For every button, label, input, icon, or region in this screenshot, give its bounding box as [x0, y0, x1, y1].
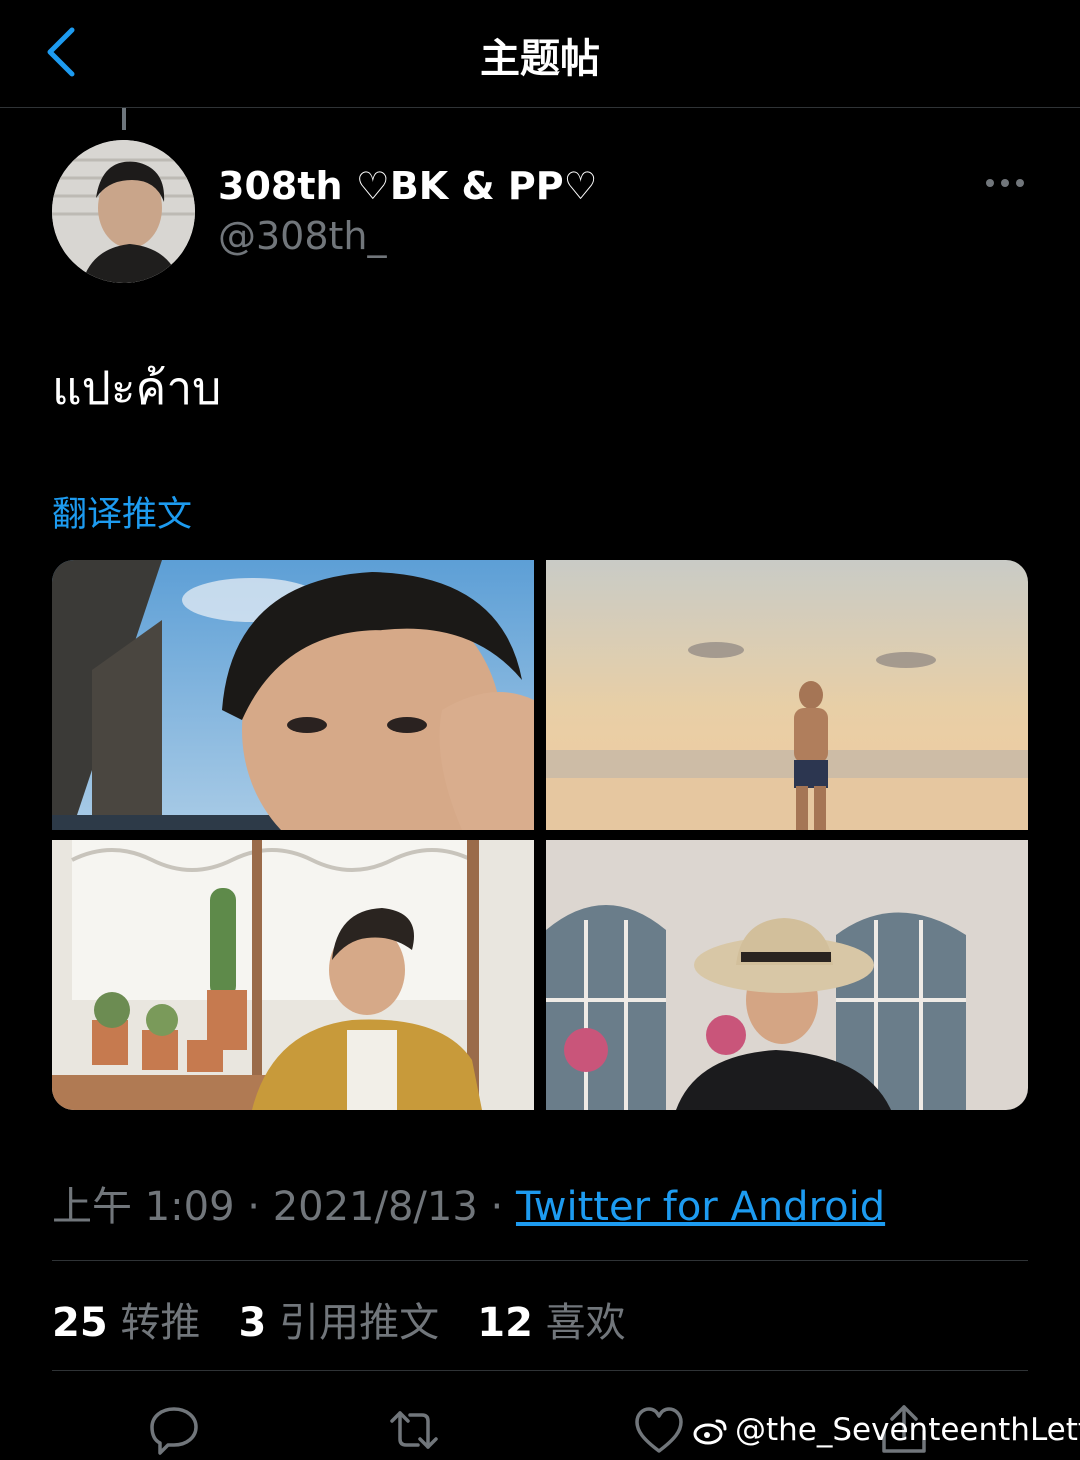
page-title: 主题帖 [480, 36, 600, 82]
separator: · [234, 1184, 273, 1230]
author-handle[interactable]: @308th_ [218, 214, 387, 258]
retweets-stat[interactable]: 25 转推 [52, 1300, 200, 1346]
engagement-stats: 25 转推 3 引用推文 12 喜欢 [52, 1290, 626, 1348]
more-options-icon[interactable] [980, 168, 1030, 198]
separator: · [477, 1184, 516, 1230]
media-grid [52, 560, 1028, 1110]
quotes-stat[interactable]: 3 引用推文 [239, 1300, 440, 1346]
photo-2[interactable] [546, 560, 1028, 830]
divider [52, 1260, 1028, 1261]
thread-connector-line [122, 108, 126, 130]
like-icon[interactable] [633, 1405, 685, 1455]
tweet-time: 上午 1:09 [52, 1184, 235, 1230]
tweet-timestamp-line: 上午 1:09 · 2021/8/13 · Twitter for Androi… [52, 1174, 885, 1232]
photo-4[interactable] [546, 840, 1028, 1110]
likes-stat[interactable]: 12 喜欢 [477, 1300, 625, 1346]
photo-1[interactable] [52, 560, 534, 830]
tweet-date: 2021/8/13 [272, 1184, 478, 1230]
tweet-source-link[interactable]: Twitter for Android [516, 1184, 885, 1230]
retweet-icon[interactable] [388, 1405, 440, 1455]
author-display-name[interactable]: 308th ♡BK & PP♡ [218, 164, 598, 208]
translate-tweet-link[interactable]: 翻译推文 [52, 486, 192, 537]
reply-icon[interactable] [148, 1405, 200, 1455]
top-bar: 主题帖 [0, 0, 1080, 108]
tweet-text: แปะค้าบ [52, 361, 222, 415]
photo-3[interactable] [52, 840, 534, 1110]
avatar[interactable] [52, 140, 195, 283]
watermark-text: @the_SeventeenthLetter [735, 1412, 1080, 1448]
weibo-watermark: @the_SeventeenthLetter [693, 1412, 1080, 1448]
divider [52, 1370, 1028, 1371]
weibo-logo-icon [693, 1419, 727, 1445]
